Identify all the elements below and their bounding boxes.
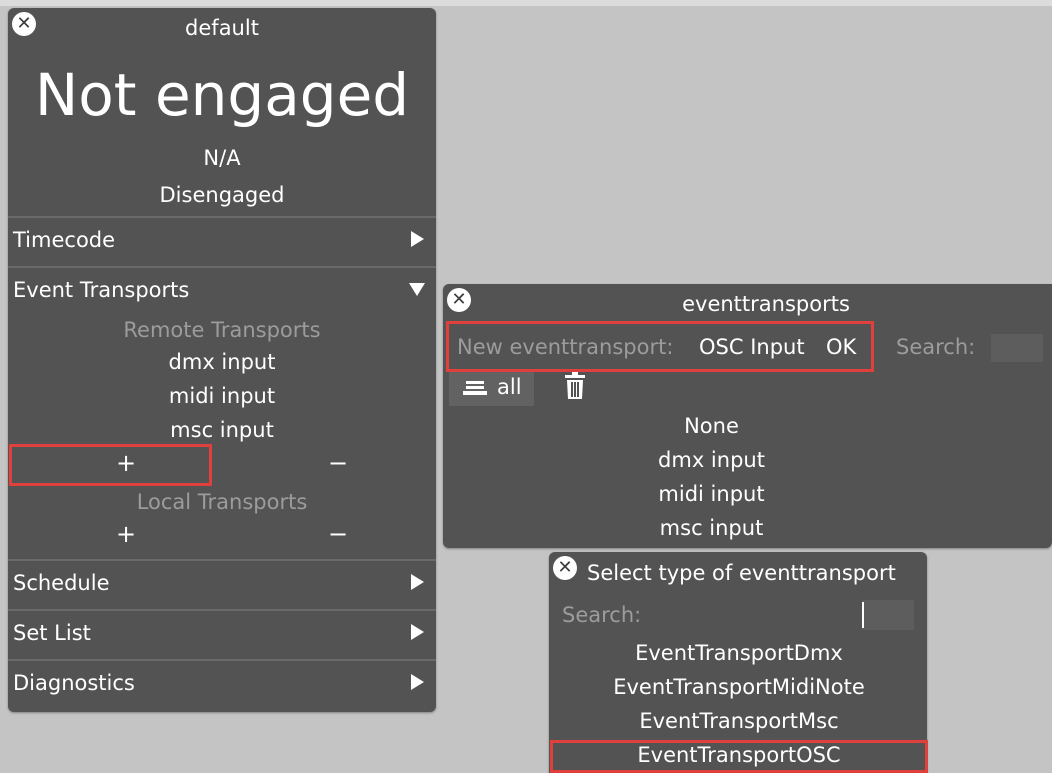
remote-transports-heading: Remote Transports [123,318,321,342]
expand-icon [411,674,424,690]
list-icon [463,381,487,395]
collapse-icon [409,283,425,296]
search-label: Search: [896,335,976,359]
highlight-new-eventtransport [446,321,874,372]
section-label: Schedule [13,571,110,595]
eventtransport-list-item[interactable]: msc input [443,516,980,540]
default-panel: ✕ default Not engaged N/A Disengaged Tim… [8,8,436,712]
section-timecode[interactable]: Timecode [8,218,436,266]
section-label: Timecode [13,228,116,252]
window-top-border [0,0,1052,6]
local-transports-heading: Local Transports [136,490,308,514]
search-input[interactable] [862,600,914,630]
eventtransport-list-item[interactable]: None [443,414,980,438]
section-label: Diagnostics [13,671,135,695]
remote-transport-item[interactable]: msc input [8,418,436,442]
section-label: Set List [13,621,91,645]
filter-all-label: all [497,375,522,399]
engagement-state: Disengaged [159,183,285,207]
highlight-eventtransport-osc [550,740,928,773]
close-icon[interactable]: ✕ [553,556,577,580]
type-option[interactable]: EventTransportMidiNote [549,675,929,699]
add-local-transport-button[interactable]: + [88,520,164,548]
remove-local-transport-button[interactable]: − [318,520,358,548]
section-label: Event Transports [13,278,190,302]
type-option[interactable]: EventTransportMsc [549,709,929,733]
highlight-add-remote [9,444,212,486]
engagement-status: Not engaged [34,61,410,129]
trash-icon[interactable] [564,372,586,400]
remote-transport-item[interactable]: dmx input [8,350,436,374]
search-input[interactable] [991,334,1043,362]
eventtransport-list-item[interactable]: dmx input [443,448,980,472]
expand-icon [411,574,424,590]
type-option[interactable]: EventTransportDmx [549,641,929,665]
section-set-list[interactable]: Set List [8,611,436,659]
panel-title: default [185,16,259,40]
remove-remote-transport-button[interactable]: − [318,449,358,477]
close-icon[interactable]: ✕ [447,288,471,312]
section-event-transports[interactable]: Event Transports [8,268,436,314]
status-detail: N/A [203,146,241,170]
section-diagnostics[interactable]: Diagnostics [8,661,436,709]
panel-title: eventtransports [682,292,850,316]
filter-all-button[interactable]: all [449,370,534,406]
search-label: Search: [562,603,642,627]
expand-icon [411,231,424,247]
remote-transport-item[interactable]: midi input [8,384,436,408]
expand-icon [411,624,424,640]
panel-title: Select type of eventtransport [587,561,896,585]
text-cursor [862,602,864,628]
section-schedule[interactable]: Schedule [8,561,436,609]
eventtransport-list-item[interactable]: midi input [443,482,980,506]
